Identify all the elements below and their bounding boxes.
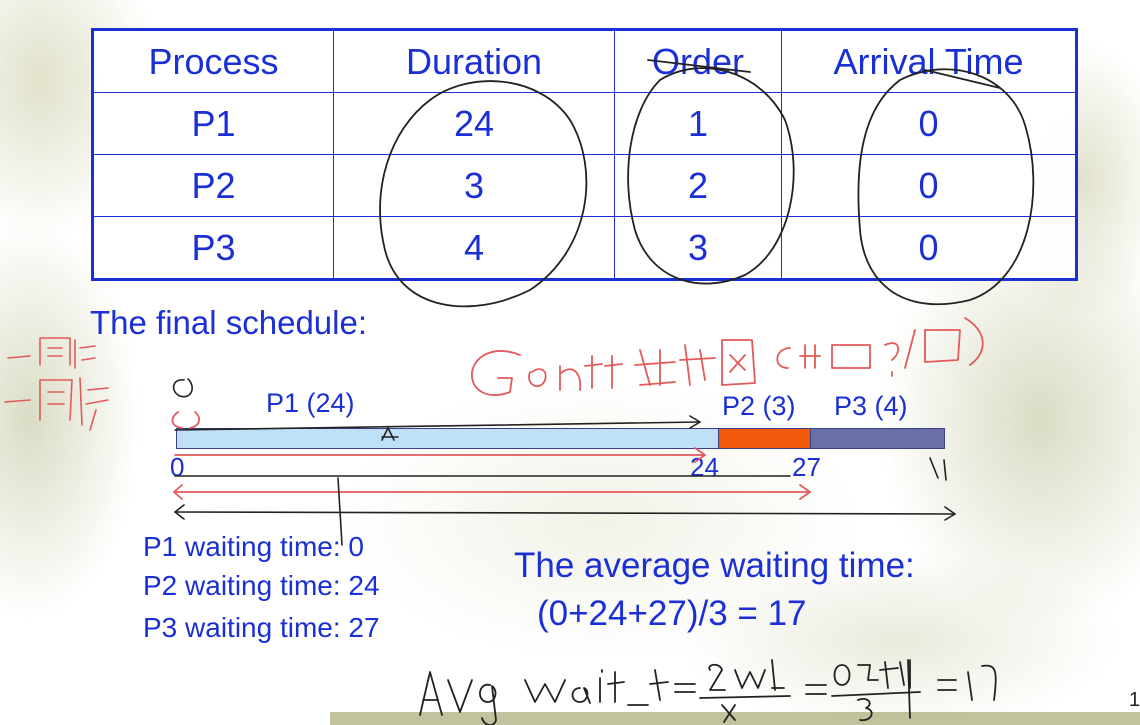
ink-black-arrows xyxy=(172,378,956,546)
ink-gantt-note xyxy=(471,317,984,396)
ink-circles xyxy=(379,59,1035,308)
ink-side-note xyxy=(4,337,109,431)
ink-avg-formula xyxy=(419,659,997,725)
handwritten-annotations xyxy=(4,59,1035,725)
